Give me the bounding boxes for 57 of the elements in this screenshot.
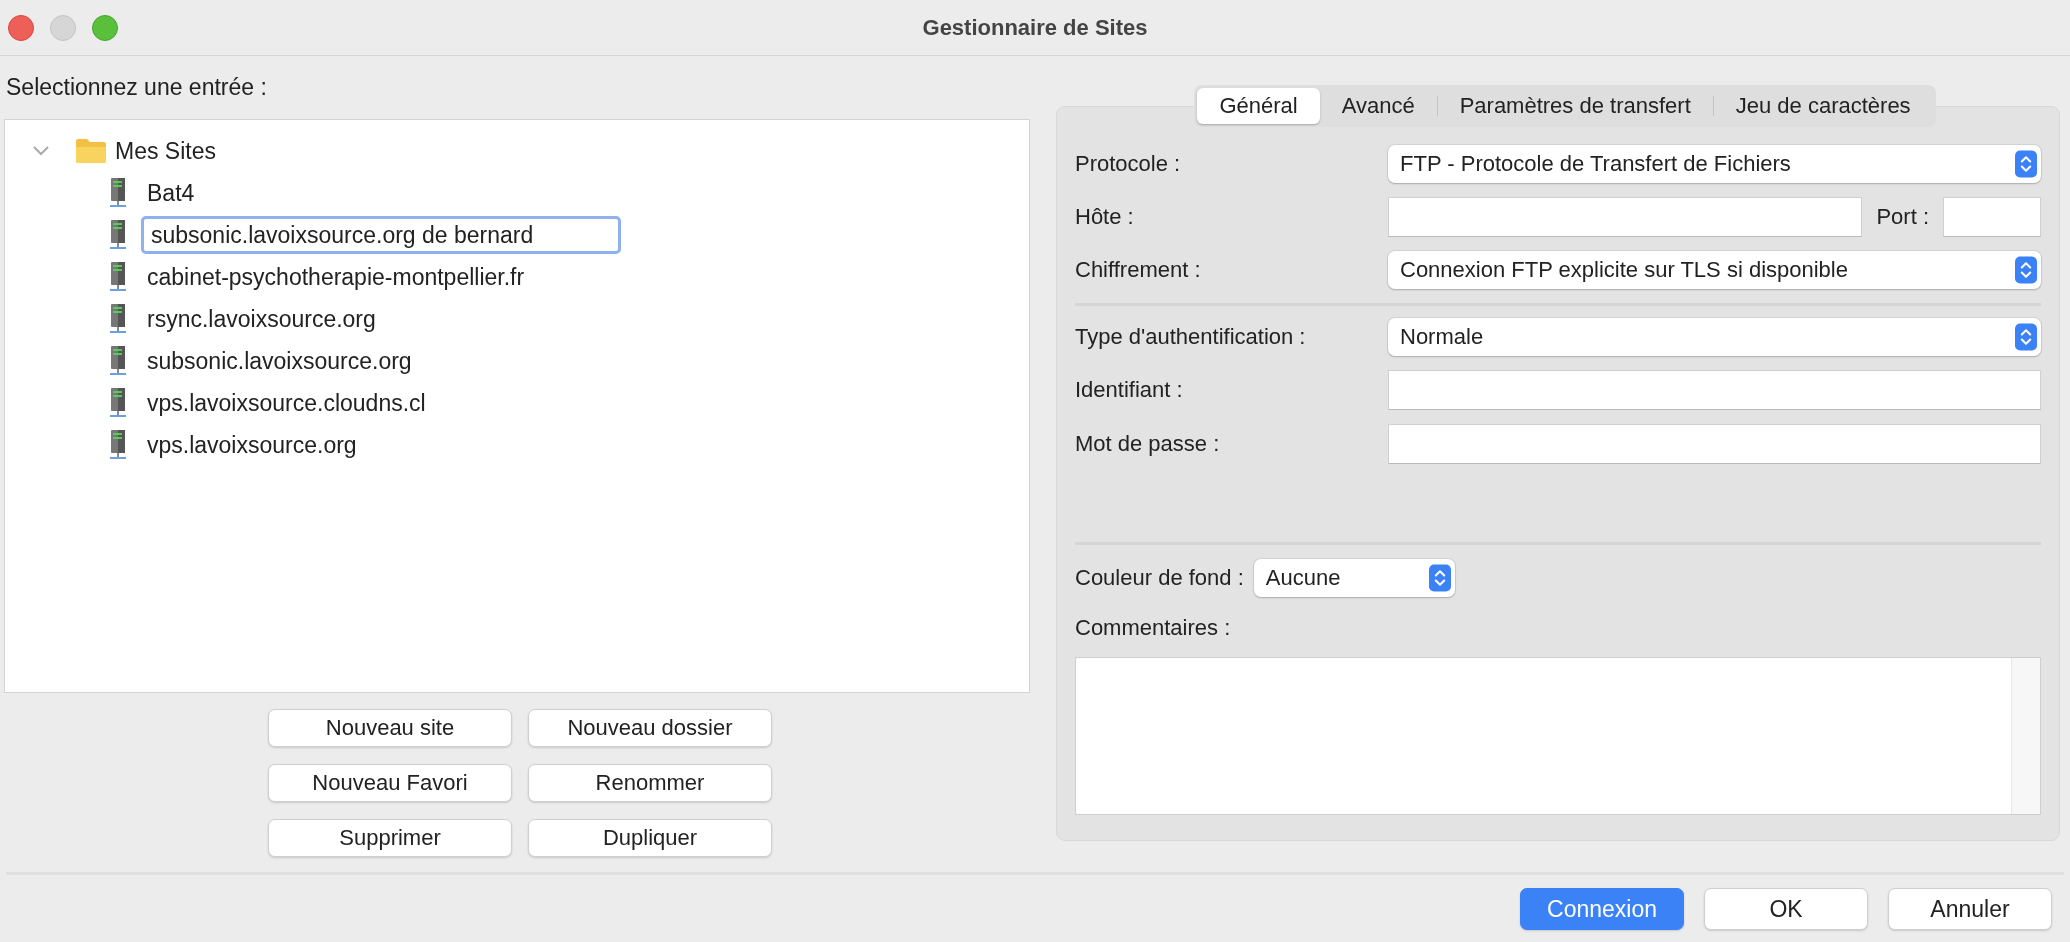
password-field[interactable] — [1388, 424, 2041, 464]
site-item[interactable]: rsync.lavoixsource.org — [147, 305, 376, 333]
host-field[interactable] — [1388, 197, 1863, 237]
server-icon — [109, 429, 127, 461]
field-label: Chiffrement : — [1075, 257, 1202, 283]
dialog-button[interactable]: Annuler — [1888, 888, 2052, 930]
field-label: Type d'authentification : — [1075, 324, 1307, 350]
tab[interactable]: Jeu de caractères — [1713, 88, 1933, 124]
tab[interactable]: Paramètres de transfert — [1437, 88, 1713, 124]
field-label: Mot de passe : — [1075, 431, 1221, 457]
input-field[interactable] — [1388, 370, 2041, 410]
chevron-icon[interactable] — [31, 144, 51, 158]
site-item[interactable]: vps.lavoixsource.cloudns.cl — [147, 389, 426, 417]
field-label: Couleur de fond : — [1075, 565, 1244, 591]
site-item[interactable]: Bat4 — [147, 179, 195, 207]
stepper-icon — [2015, 149, 2037, 179]
site-action-button[interactable]: Renommer — [528, 764, 772, 802]
server-icon — [109, 303, 127, 335]
dialog-button[interactable]: Connexion — [1520, 888, 1684, 930]
field-label: Identifiant : — [1075, 377, 1184, 403]
select-dropdown[interactable]: Normale — [1388, 318, 2041, 356]
stepper-icon — [2015, 322, 2037, 352]
minimize-button[interactable] — [50, 14, 76, 41]
close-button[interactable] — [8, 14, 34, 41]
field-label: Commentaires : — [1075, 615, 1231, 640]
zoom-button[interactable] — [92, 14, 118, 41]
field-label: Protocole : — [1075, 151, 1182, 177]
site-action-button[interactable]: Supprimer — [268, 819, 512, 857]
site-action-button[interactable]: Nouveau site — [268, 709, 512, 747]
folder-icon — [75, 137, 107, 165]
tab[interactable]: Avancé — [1319, 88, 1437, 124]
site-item[interactable]: vps.lavoixsource.org — [147, 431, 357, 459]
server-icon — [109, 387, 127, 419]
site-action-button[interactable]: Dupliquer — [528, 819, 772, 857]
stepper-icon — [2015, 255, 2037, 285]
tab[interactable]: Général — [1197, 88, 1320, 124]
site-action-button[interactable]: Nouveau dossier — [528, 709, 772, 747]
window-title: Gestionnaire de Sites — [922, 14, 1148, 41]
field-label: Hôte : — [1075, 204, 1135, 230]
list-label: Selectionnez une entrée : — [6, 74, 267, 101]
server-icon — [109, 177, 127, 209]
stepper-icon — [1428, 563, 1451, 593]
port-field[interactable] — [1943, 197, 2041, 237]
field-label: Port : — [1876, 204, 1929, 230]
select-dropdown[interactable]: FTP - Protocole de Transfert de Fichiers — [1388, 145, 2041, 183]
folder-label[interactable]: Mes Sites — [115, 137, 216, 165]
rename-field[interactable]: subsonic.lavoixsource.org de bernard — [141, 216, 621, 254]
select-dropdown[interactable]: Aucune — [1253, 559, 1455, 597]
comments-field[interactable] — [1075, 657, 2041, 815]
dialog-button[interactable]: OK — [1704, 888, 1868, 930]
server-icon — [109, 219, 127, 251]
site-item[interactable]: subsonic.lavoixsource.org — [147, 347, 412, 375]
server-icon — [109, 345, 127, 377]
site-item[interactable]: cabinet-psychotherapie-montpellier.fr — [147, 263, 525, 291]
select-dropdown[interactable]: Connexion FTP explicite sur TLS si disponible — [1388, 251, 2041, 289]
server-icon — [109, 261, 127, 293]
site-action-button[interactable]: Nouveau Favori — [268, 764, 512, 802]
